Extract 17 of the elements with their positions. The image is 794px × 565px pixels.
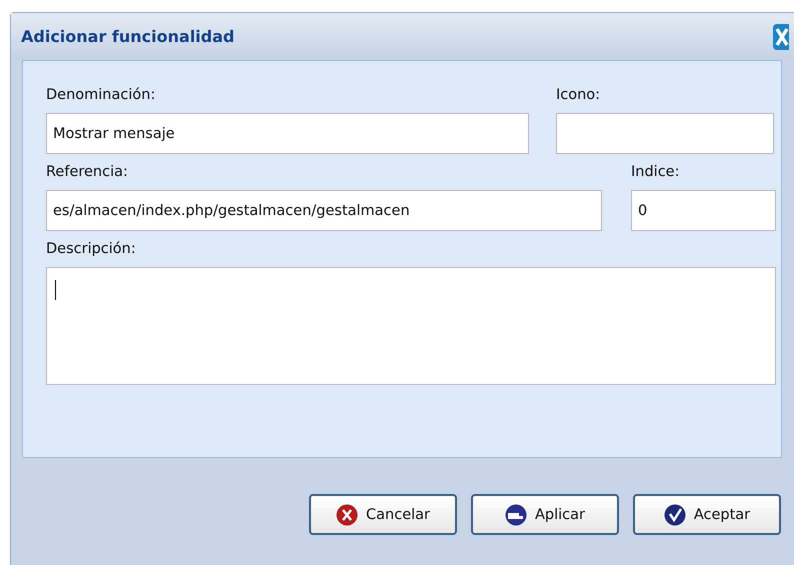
text-field[interactable]: Mostrar mensaje [46,113,529,154]
window-title: Adicionar funcionalidad [21,27,234,46]
text-field[interactable]: 0 [631,190,776,231]
description-field[interactable] [46,267,776,385]
x-icon [336,504,358,526]
field-label: Denominación: [46,87,156,105]
field-label: Indice: [631,164,680,182]
field-label: Descripción: [46,241,137,259]
field-label: Referencia: [46,164,129,182]
cancel-button[interactable]: Cancelar [309,494,457,535]
field-label: Icono: [556,87,602,105]
close-icon[interactable] [773,24,789,50]
text-field[interactable] [556,113,774,154]
accept-button[interactable]: Aceptar [633,494,781,535]
check-icon [664,504,686,526]
text-field[interactable]: es/almacen/index.php/gestalmacen/gestalmacen [46,190,602,231]
apply-button[interactable]: Aplicar [471,494,619,535]
